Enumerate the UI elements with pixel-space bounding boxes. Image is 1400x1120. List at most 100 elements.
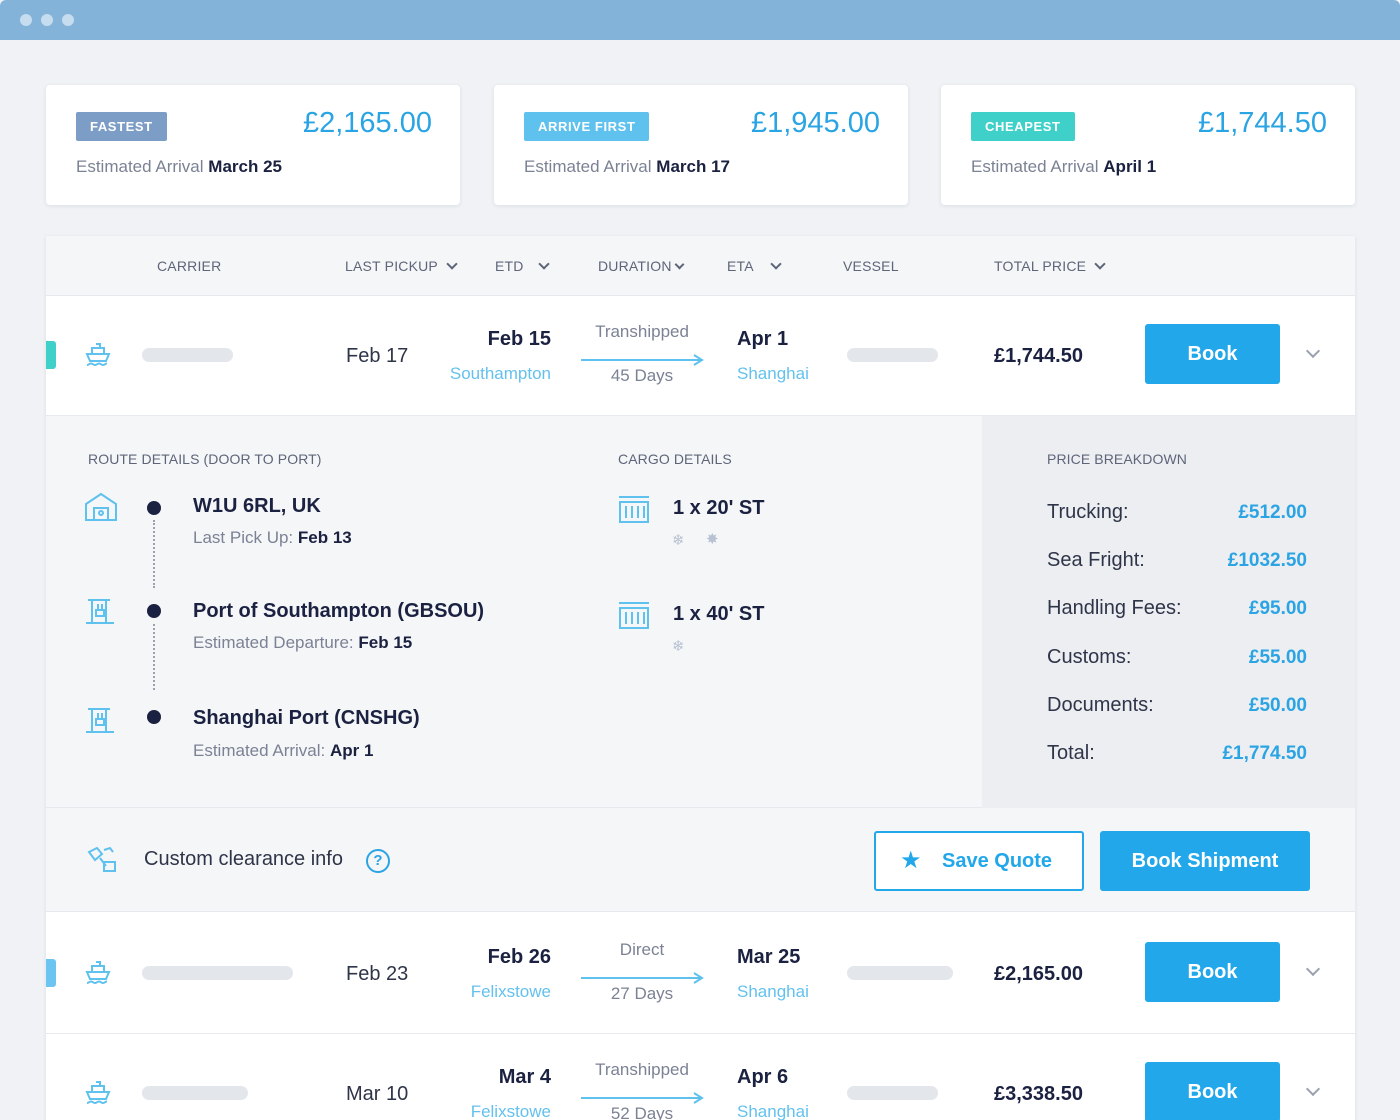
arrival-label: Estimated Arrival	[524, 157, 652, 176]
column-last-pickup[interactable]: LAST PICKUP	[345, 258, 458, 274]
customs-clearance-icon	[87, 846, 116, 872]
save-quote-button[interactable]: ★ Save Quote	[874, 831, 1084, 891]
total-price: £3,338.50	[994, 1083, 1083, 1105]
column-duration[interactable]: DURATION	[598, 258, 685, 274]
column-label: LAST PICKUP	[345, 258, 438, 274]
chevron-down-icon	[770, 258, 782, 270]
container-icon	[619, 496, 649, 523]
arrival-date: March 17	[656, 157, 730, 176]
stop-subtitle: Estimated Arrival: Apr 1	[193, 741, 373, 761]
route-stop-dot	[147, 604, 161, 618]
stop-name: Port of Southampton (GBSOU)	[193, 600, 485, 622]
estimated-arrival: Estimated Arrival April 1	[971, 157, 1156, 177]
route-connector	[153, 624, 155, 690]
arrow-right-icon	[581, 1092, 704, 1104]
eta-date: Apr 6	[737, 1066, 789, 1088]
etd-date: Feb 15	[487, 328, 551, 350]
table-row[interactable]: Feb 23 Feb 26 Felixstowe Direct 27 Days …	[46, 914, 1355, 1034]
book-button[interactable]: Book	[1145, 1062, 1280, 1120]
carrier-placeholder	[142, 966, 293, 980]
price-value: £95.00	[1248, 598, 1307, 619]
duration: 45 Days	[610, 366, 674, 385]
price-label: Total:	[1047, 742, 1095, 764]
summary-price: £2,165.00	[302, 107, 432, 139]
port-crane-icon	[86, 599, 114, 624]
vessel-placeholder	[847, 348, 938, 362]
eta-port: Shanghai	[737, 1102, 809, 1120]
route-connector	[153, 520, 155, 588]
vessel-placeholder	[847, 1086, 938, 1100]
stop-sub-label: Last Pick Up:	[193, 528, 294, 547]
estimated-arrival: Estimated Arrival March 17	[524, 157, 730, 177]
help-icon[interactable]: ?	[366, 849, 390, 873]
eta-port: Shanghai	[737, 364, 809, 383]
carrier-placeholder	[142, 348, 233, 362]
results-table: CARRIER LAST PICKUP ETD DURATION ETA VES…	[46, 236, 1355, 1120]
last-pickup: Feb 23	[346, 963, 409, 985]
route-stop-dot	[147, 710, 161, 724]
price-value: £55.00	[1248, 647, 1307, 668]
column-label: DURATION	[598, 258, 672, 274]
price-value: £1,774.50	[1222, 743, 1307, 764]
route-type: Transhipped	[595, 1060, 689, 1079]
route-details-title: ROUTE DETAILS (DOOR TO PORT)	[88, 451, 322, 467]
container-icon	[619, 602, 649, 629]
column-vessel: VESSEL	[843, 258, 899, 274]
eta-port: Shanghai	[737, 982, 809, 1001]
column-total-price[interactable]: TOTAL PRICE	[994, 258, 1106, 274]
etd-date: Mar 4	[498, 1066, 551, 1088]
chevron-down-icon	[674, 259, 685, 270]
last-pickup: Feb 17	[346, 345, 409, 367]
chevron-down-icon[interactable]	[1305, 1081, 1321, 1097]
chevron-down-icon	[446, 258, 458, 270]
book-shipment-button[interactable]: Book Shipment	[1100, 831, 1310, 891]
row-details: ROUTE DETAILS (DOOR TO PORT) W1U 6RL, UK…	[46, 416, 1355, 808]
book-button[interactable]: Book	[1145, 942, 1280, 1002]
summary-card-cheapest[interactable]: CHEAPEST £1,744.50 Estimated Arrival Apr…	[941, 85, 1355, 205]
column-label: ETA	[727, 258, 754, 274]
route-type: Transhipped	[595, 322, 689, 341]
warehouse-icon	[85, 492, 117, 521]
estimated-arrival: Estimated Arrival March 25	[76, 157, 282, 177]
eta-date: Mar 25	[737, 946, 801, 968]
total-price: £1,744.50	[994, 345, 1083, 367]
stop-sub-label: Estimated Arrival:	[193, 741, 326, 760]
window-control-dot[interactable]	[20, 14, 32, 26]
stop-name: W1U 6RL, UK	[193, 495, 321, 517]
etd-port: Southampton	[449, 364, 551, 383]
stop-sub-value: Feb 15	[358, 633, 413, 652]
duration: 52 Days	[610, 1104, 674, 1120]
table-row[interactable]: Feb 17 Feb 15 Southampton Transhipped 45…	[46, 296, 1355, 416]
ship-icon	[85, 343, 111, 367]
row-marker	[46, 341, 56, 369]
arrival-date: April 1	[1103, 157, 1157, 176]
chevron-down-icon	[1094, 258, 1106, 270]
column-label: TOTAL PRICE	[994, 258, 1087, 274]
column-eta[interactable]: ETA	[727, 258, 782, 274]
price-value: £50.00	[1248, 695, 1307, 716]
window-titlebar	[0, 0, 1400, 40]
price-label: Sea Fright:	[1047, 549, 1145, 571]
window-control-dot[interactable]	[41, 14, 53, 26]
book-button[interactable]: Book	[1145, 324, 1280, 384]
etd-port: Felixstowe	[470, 982, 551, 1001]
custom-clearance-label: Custom clearance info	[144, 848, 343, 870]
snowflake-icon: ❄	[672, 638, 685, 655]
chevron-down-icon[interactable]	[1305, 961, 1321, 977]
etd-port: Felixstowe	[470, 1102, 551, 1120]
stop-sub-value: Feb 13	[297, 528, 352, 547]
chevron-down-icon	[537, 258, 550, 270]
window-control-dot[interactable]	[62, 14, 74, 26]
stop-subtitle: Last Pick Up: Feb 13	[193, 528, 352, 548]
summary-card-fastest[interactable]: FASTEST £2,165.00 Estimated Arrival Marc…	[46, 85, 460, 205]
cargo-details-title: CARGO DETAILS	[618, 451, 732, 467]
table-row[interactable]: Mar 10 Mar 4 Felixstowe Transhipped 52 D…	[46, 1034, 1355, 1120]
summary-price: £1,945.00	[750, 107, 880, 139]
hazard-icon: ✸	[706, 531, 719, 548]
table-header: CARRIER LAST PICKUP ETD DURATION ETA VES…	[46, 236, 1355, 296]
column-etd[interactable]: ETD	[495, 258, 550, 274]
etd-date: Feb 26	[487, 946, 551, 968]
summary-card-arrive-first[interactable]: ARRIVE FIRST £1,945.00 Estimated Arrival…	[494, 85, 908, 205]
duration: 27 Days	[610, 984, 674, 1003]
chevron-down-icon[interactable]	[1305, 343, 1321, 359]
